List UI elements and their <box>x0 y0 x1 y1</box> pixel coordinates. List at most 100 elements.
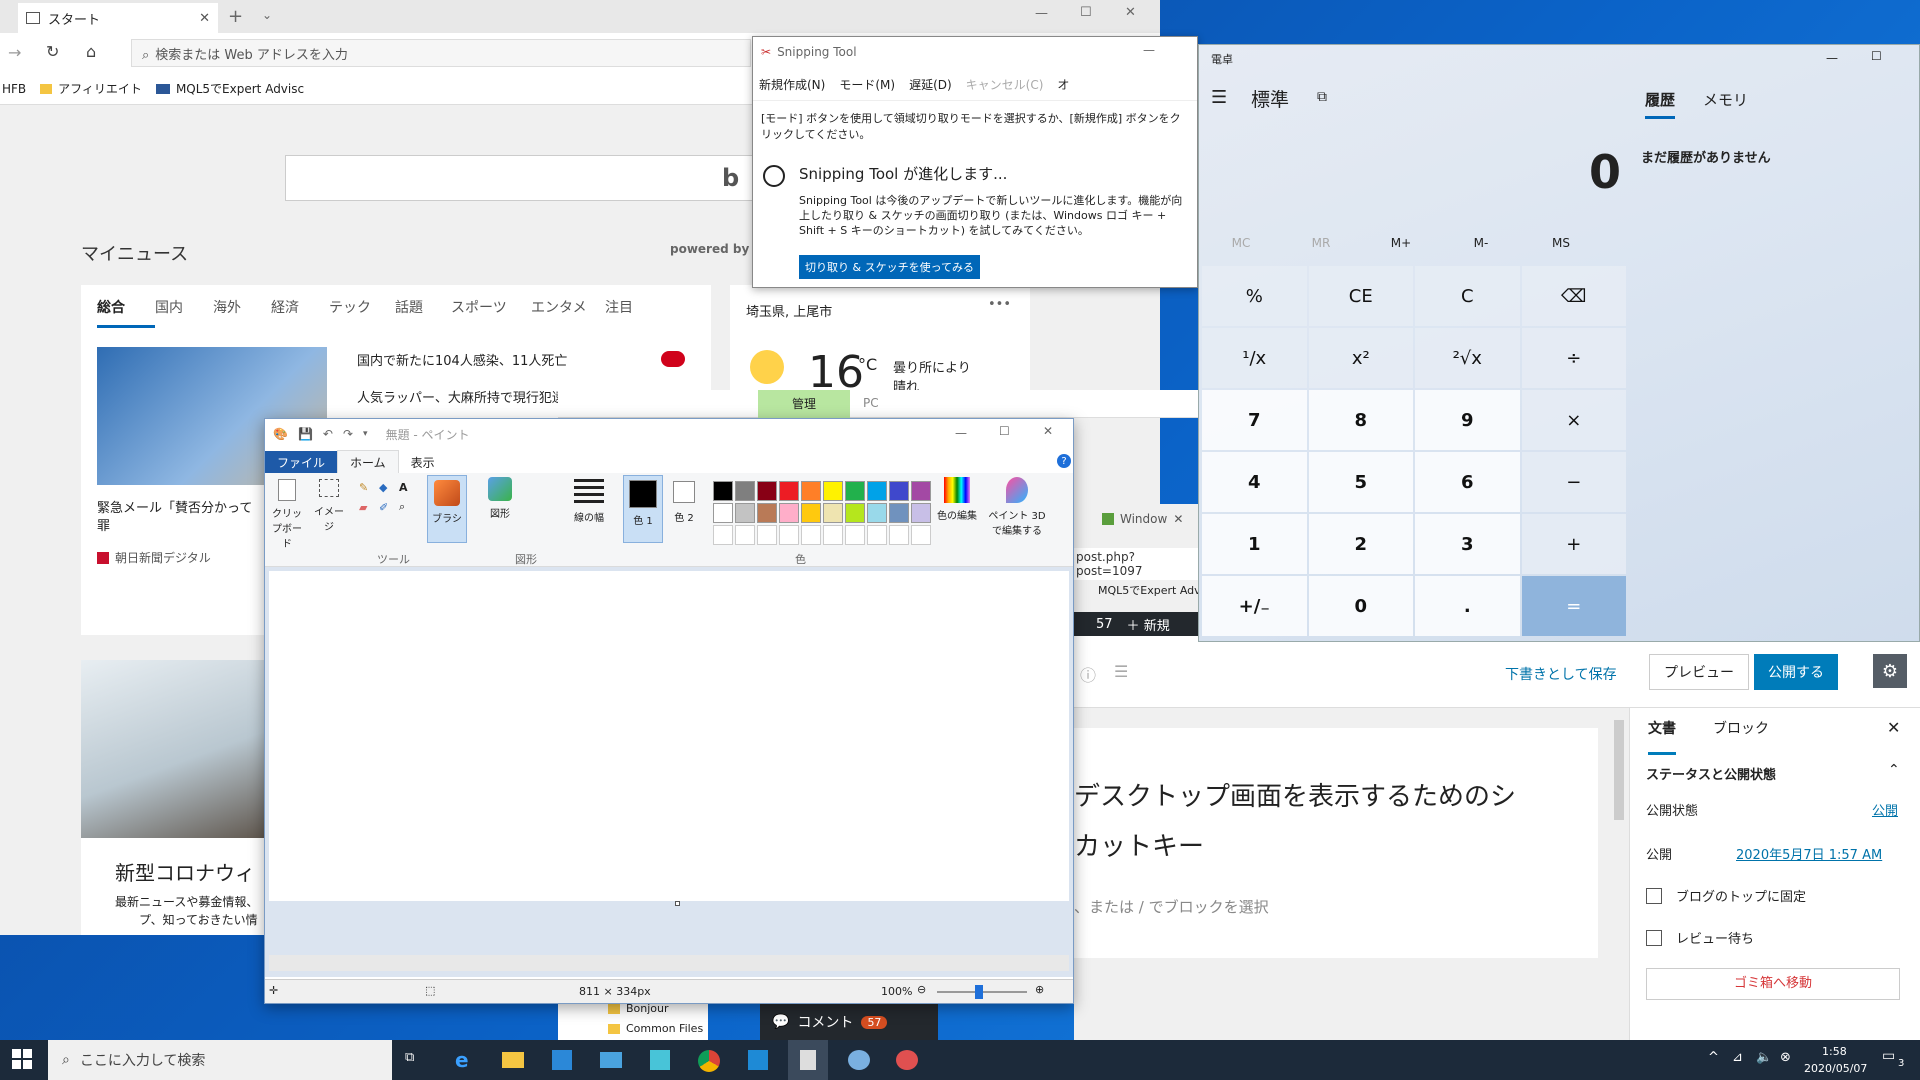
close-tab-icon[interactable]: ✕ <box>199 11 210 26</box>
zoom-slider-thumb[interactable] <box>975 985 983 999</box>
brush-button[interactable]: ブラシ <box>427 475 467 543</box>
edge-tab-start[interactable]: スタート ✕ <box>18 3 218 33</box>
mode-button[interactable]: モード(M) <box>839 76 895 93</box>
notification-icon[interactable]: ▭ <box>1882 1048 1895 1064</box>
palette-swatch[interactable] <box>757 481 777 501</box>
palette-swatch[interactable] <box>713 481 733 501</box>
tab-view[interactable]: 表示 <box>399 451 447 474</box>
palette-swatch[interactable] <box>823 503 843 523</box>
chrome-icon[interactable] <box>698 1050 720 1072</box>
palette-swatch[interactable] <box>867 503 887 523</box>
app-icon[interactable] <box>650 1050 670 1070</box>
m-plus-button[interactable]: M+ <box>1361 236 1441 250</box>
edge-icon[interactable]: e <box>455 1048 469 1072</box>
tab-pc[interactable]: PC <box>863 396 879 410</box>
store-icon[interactable] <box>552 1050 572 1070</box>
tab-news[interactable]: エンタメ <box>531 297 605 328</box>
palette-swatch-empty[interactable] <box>889 525 909 545</box>
tab-news[interactable]: テック <box>329 297 395 328</box>
paint3d-button[interactable]: ペイント 3D で編集する <box>987 477 1047 537</box>
tab-list-icon[interactable]: ⌄ <box>262 8 272 22</box>
color1-button[interactable]: 色 1 <box>623 475 663 543</box>
tab-news[interactable]: スポーツ <box>451 297 531 328</box>
tab-document[interactable]: 文書 <box>1648 718 1676 755</box>
color2-button[interactable]: 色 2 <box>667 479 701 524</box>
tab-history[interactable]: 履歴 <box>1645 89 1676 119</box>
new-post-link[interactable]: ＋ 新規 <box>1127 615 1170 634</box>
post-title[interactable]: デスクトップ画面を表示するためのシ <box>1074 776 1516 813</box>
mc-button[interactable]: MC <box>1201 236 1281 250</box>
minus-button[interactable]: − <box>1521 452 1626 512</box>
taskbar-search[interactable]: ⌕ ここに入力して検索 <box>48 1040 392 1080</box>
headline-item[interactable]: 国内で新たに104人感染、11人死亡 <box>357 350 567 369</box>
digit-9-button[interactable]: 9 <box>1415 390 1520 450</box>
palette-swatch[interactable] <box>735 481 755 501</box>
block-placeholder[interactable]: 、または / でブロックを選択 <box>1074 896 1269 917</box>
text-icon[interactable]: A <box>399 481 413 494</box>
file-menu[interactable]: ファイル <box>265 450 338 474</box>
comment-bar-fragment[interactable]: 💬 コメント 57 <box>760 1004 938 1040</box>
visibility-link[interactable]: 公開 <box>1872 800 1898 819</box>
zoom-in-icon[interactable]: ⊕ <box>1035 983 1044 996</box>
mail-icon[interactable] <box>600 1052 622 1068</box>
sticky-checkbox[interactable]: ブログのトップに固定 <box>1646 886 1806 905</box>
tab-manage[interactable]: 管理 <box>758 390 850 418</box>
comments-count[interactable]: 57 <box>1096 617 1113 632</box>
undo-icon[interactable]: ↶ <box>323 427 333 441</box>
clock-time[interactable]: 1:58 <box>1822 1045 1847 1058</box>
digit-5-button[interactable]: 5 <box>1308 452 1413 512</box>
redo-icon[interactable]: ↷ <box>343 427 353 441</box>
digit-4-button[interactable]: 4 <box>1202 452 1307 512</box>
post-title-2[interactable]: カットキー <box>1074 826 1204 863</box>
close-tab-icon[interactable]: ✕ <box>1173 512 1183 526</box>
divide-button[interactable]: ÷ <box>1521 328 1626 388</box>
palette-swatch-empty[interactable] <box>823 525 843 545</box>
chrome-tab[interactable]: Window ✕ <box>1102 512 1183 526</box>
digit-6-button[interactable]: 6 <box>1415 452 1520 512</box>
palette-swatch[interactable] <box>757 503 777 523</box>
palette-swatch[interactable] <box>911 503 931 523</box>
minimize-icon[interactable]: — <box>1143 43 1155 57</box>
horizontal-scrollbar[interactable] <box>269 955 1069 971</box>
minimize-icon[interactable]: — <box>1826 51 1838 65</box>
palette-swatch[interactable] <box>713 503 733 523</box>
vscode-icon[interactable] <box>748 1050 768 1070</box>
weather-location[interactable]: 埼玉県, 上尾市 <box>746 301 832 320</box>
publish-date-link[interactable]: 2020年5月7日 1:57 AM <box>1736 844 1882 863</box>
palette-swatch-empty[interactable] <box>735 525 755 545</box>
palette-swatch[interactable] <box>845 481 865 501</box>
digit-3-button[interactable]: 3 <box>1415 514 1520 574</box>
edit-colors-button[interactable]: 色の編集 <box>937 477 977 522</box>
pending-checkbox[interactable]: レビュー待ち <box>1646 928 1754 947</box>
maximize-icon[interactable]: ☐ <box>999 424 1010 438</box>
close-icon[interactable]: ✕ <box>1043 424 1053 438</box>
digit-7-button[interactable]: 7 <box>1202 390 1307 450</box>
ms-button[interactable]: MS <box>1521 236 1601 250</box>
clipboard-button[interactable]: クリップボード <box>269 479 305 550</box>
magnifier-icon[interactable]: ⌕ <box>399 500 413 514</box>
ime-icon[interactable]: ⊗ <box>1780 1050 1791 1065</box>
clock-date[interactable]: 2020/05/07 <box>1804 1062 1867 1075</box>
options-button[interactable]: オ <box>1057 76 1069 93</box>
drawing-canvas[interactable] <box>269 571 1069 901</box>
mr-button[interactable]: MR <box>1281 236 1361 250</box>
keep-on-top-icon[interactable]: ⧉ <box>1317 89 1327 105</box>
palette-swatch[interactable] <box>845 503 865 523</box>
forward-icon[interactable]: → <box>8 43 21 62</box>
palette-swatch[interactable] <box>911 481 931 501</box>
settings-icon[interactable]: ⚙ <box>1873 654 1907 688</box>
color-picker-icon[interactable]: ✐ <box>379 501 393 514</box>
m-minus-button[interactable]: M- <box>1441 236 1521 250</box>
tab-news[interactable]: 国内 <box>155 297 213 328</box>
resize-handle-icon[interactable] <box>675 901 680 906</box>
minimize-icon[interactable]: — <box>955 426 967 440</box>
headline-item[interactable]: 人気ラッパー、大麻所持で現行犯逮捕 <box>357 387 578 406</box>
bing-search-box[interactable]: b <box>285 155 755 201</box>
panel-title[interactable]: ステータスと公開状態 <box>1646 764 1776 783</box>
bookmark-item[interactable]: MQL5でExpert Advisc <box>155 80 304 97</box>
palette-swatch-empty[interactable] <box>911 525 931 545</box>
palette-swatch[interactable] <box>735 503 755 523</box>
digit-8-button[interactable]: 8 <box>1308 390 1413 450</box>
percent-button[interactable]: % <box>1202 266 1307 326</box>
more-options-icon[interactable]: ••• <box>988 297 1011 312</box>
